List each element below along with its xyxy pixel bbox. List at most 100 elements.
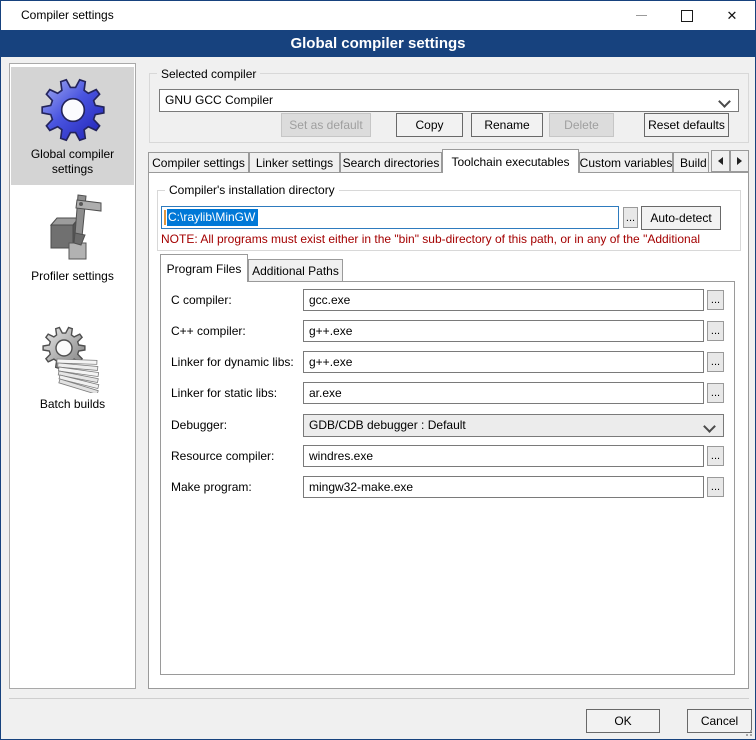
- close-icon: ✕: [727, 8, 738, 24]
- field-label: Make program:: [171, 476, 252, 498]
- auto-detect-button[interactable]: Auto-detect: [641, 206, 721, 230]
- tab-scroll-left-button[interactable]: [711, 150, 730, 172]
- sidebar-item-global-compiler-settings[interactable]: Global compiler settings: [11, 67, 134, 185]
- scroll-right-icon: [737, 157, 742, 165]
- static-linker-browse-button[interactable]: ...: [707, 383, 724, 403]
- paper-stack: [56, 359, 98, 393]
- field-label: Linker for dynamic libs:: [171, 351, 294, 373]
- field-value: g++.exe: [309, 324, 352, 338]
- static-linker-input[interactable]: ar.exe: [303, 382, 704, 404]
- button-label: Set as default: [289, 118, 362, 132]
- field-value: mingw32-make.exe: [309, 480, 413, 494]
- sidebar-item-profiler-settings[interactable]: Profiler settings: [11, 187, 134, 293]
- ellipsis-icon: ...: [711, 295, 720, 305]
- tab-label: Compiler settings: [152, 156, 245, 170]
- tab-program-files[interactable]: Program Files: [160, 254, 248, 282]
- field-label: Resource compiler:: [171, 445, 274, 467]
- dialog-header: Global compiler settings: [1, 30, 755, 57]
- tab-label: Build options: [680, 156, 709, 170]
- tab-linker-settings[interactable]: Linker settings: [249, 152, 340, 172]
- minimize-button[interactable]: [624, 1, 658, 30]
- tab-label: Search directories: [343, 156, 440, 170]
- field-value: windres.exe: [309, 449, 373, 463]
- sidebar-item-batch-builds[interactable]: Batch builds: [11, 319, 134, 415]
- sidebar-item-label: Profiler settings: [17, 269, 129, 284]
- field-value: ar.exe: [309, 386, 342, 400]
- tab-custom-variables[interactable]: Custom variables: [579, 152, 673, 172]
- page-title: Global compiler settings: [290, 35, 465, 52]
- ellipsis-icon: ...: [711, 451, 720, 461]
- field-label: C++ compiler:: [171, 320, 246, 342]
- selected-compiler-value: GNU GCC Compiler: [165, 93, 273, 107]
- c-compiler-input[interactable]: gcc.exe: [303, 289, 704, 311]
- compiler-settings-dialog: Compiler settings ✕ Global compiler sett…: [0, 0, 756, 740]
- blue-gear-icon: [40, 77, 106, 143]
- tab-toolchain-executables[interactable]: Toolchain executables: [442, 149, 579, 173]
- bin-subdirectory-note: NOTE: All programs must exist either in …: [161, 232, 739, 247]
- field-label: C compiler:: [171, 289, 232, 311]
- field-value: g++.exe: [309, 355, 352, 369]
- window-title: Compiler settings: [21, 1, 114, 30]
- minimize-icon: [636, 15, 647, 16]
- ellipsis-icon: ...: [711, 357, 720, 367]
- button-label: OK: [614, 714, 631, 728]
- cpp-compiler-browse-button[interactable]: ...: [707, 321, 724, 341]
- tab-search-directories[interactable]: Search directories: [340, 152, 442, 172]
- field-value: gcc.exe: [309, 293, 350, 307]
- selected-compiler-group-label: Selected compiler: [157, 67, 260, 81]
- ellipsis-icon: ...: [711, 482, 720, 492]
- chevron-down-icon: [703, 420, 716, 433]
- dynamic-linker-browse-button[interactable]: ...: [707, 352, 724, 372]
- resource-compiler-input[interactable]: windres.exe: [303, 445, 704, 467]
- tab-build-options[interactable]: Build options: [673, 152, 709, 172]
- field-label: Linker for static libs:: [171, 382, 277, 404]
- field-label: Debugger:: [171, 414, 227, 436]
- installation-directory-group-label: Compiler's installation directory: [165, 183, 339, 197]
- tab-additional-paths[interactable]: Additional Paths: [248, 259, 343, 281]
- installation-directory-value: C:\raylib\MinGW: [167, 209, 258, 226]
- maximize-button[interactable]: [670, 1, 704, 30]
- rename-button[interactable]: Rename: [471, 113, 543, 137]
- make-program-browse-button[interactable]: ...: [707, 477, 724, 497]
- dynamic-linker-input[interactable]: g++.exe: [303, 351, 704, 373]
- ellipsis-icon: ...: [711, 326, 720, 336]
- resize-grip[interactable]: [743, 727, 752, 736]
- cpp-compiler-input[interactable]: g++.exe: [303, 320, 704, 342]
- text-caret: [164, 210, 166, 225]
- make-program-input[interactable]: mingw32-make.exe: [303, 476, 704, 498]
- copy-button[interactable]: Copy: [396, 113, 463, 137]
- field-value: GDB/CDB debugger : Default: [309, 418, 466, 432]
- reset-defaults-button[interactable]: Reset defaults: [644, 113, 729, 137]
- gray-gear-stack-icon: [39, 323, 107, 393]
- tab-label: Program Files: [167, 262, 242, 276]
- tab-label: Additional Paths: [252, 264, 339, 278]
- button-label: Reset defaults: [648, 118, 725, 132]
- selected-compiler-combobox[interactable]: GNU GCC Compiler: [159, 89, 739, 112]
- close-button[interactable]: ✕: [715, 1, 749, 30]
- button-label: Cancel: [701, 714, 738, 728]
- titlebar: Compiler settings ✕: [1, 1, 755, 30]
- button-label: Delete: [564, 118, 599, 132]
- button-label: Auto-detect: [650, 211, 711, 225]
- debugger-combobox[interactable]: GDB/CDB debugger : Default: [303, 414, 724, 437]
- caliper-tool-icon: [41, 193, 105, 265]
- set-as-default-button[interactable]: Set as default: [281, 113, 371, 137]
- tab-label: Linker settings: [256, 156, 333, 170]
- c-compiler-browse-button[interactable]: ...: [707, 290, 724, 310]
- sidebar-item-label: Global compiler settings: [17, 147, 129, 177]
- scroll-left-icon: [718, 157, 723, 165]
- ellipsis-icon: ...: [626, 213, 635, 223]
- footer-divider: [9, 698, 749, 699]
- directory-browse-button[interactable]: ...: [623, 207, 638, 228]
- ellipsis-icon: ...: [711, 388, 720, 398]
- tab-label: Custom variables: [580, 156, 673, 170]
- button-label: Copy: [415, 118, 443, 132]
- ok-button[interactable]: OK: [586, 709, 660, 733]
- button-label: Rename: [484, 118, 529, 132]
- maximize-icon: [681, 10, 693, 22]
- tab-compiler-settings[interactable]: Compiler settings: [148, 152, 249, 172]
- installation-directory-input[interactable]: C:\raylib\MinGW: [161, 206, 619, 229]
- delete-button[interactable]: Delete: [549, 113, 614, 137]
- tab-scroll-right-button[interactable]: [730, 150, 749, 172]
- resource-compiler-browse-button[interactable]: ...: [707, 446, 724, 466]
